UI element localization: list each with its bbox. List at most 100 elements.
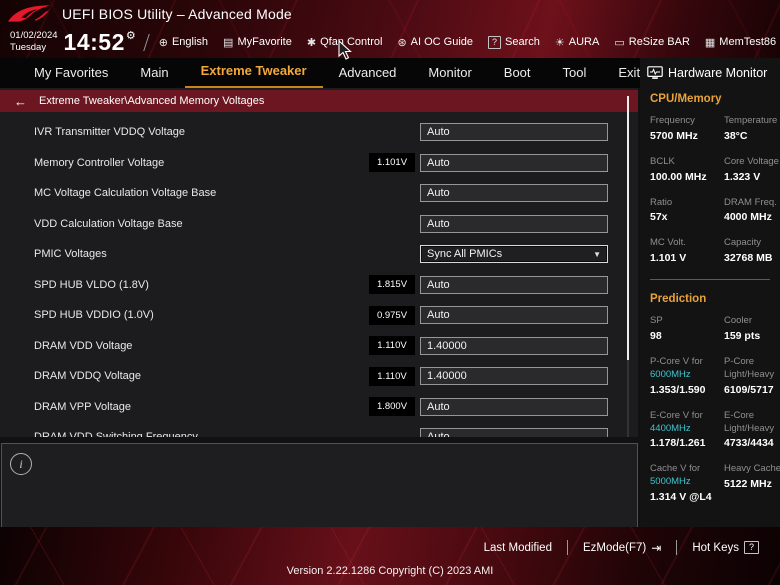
footer: Last Modified EzMode(F7) ⇥ Hot Keys ? Ve… — [0, 527, 780, 585]
monitor-stat-value: 1.178/1.261 — [650, 437, 706, 450]
monitor-section-title: CPU/Memory — [650, 93, 722, 105]
setting-input[interactable]: Auto ▼ — [420, 214, 608, 233]
footer-controls: Last Modified EzMode(F7) ⇥ Hot Keys ? — [469, 540, 774, 555]
setting-label: DRAM VDD Switching Frequency — [34, 431, 369, 437]
setting-current-value-badge: 1.101V — [369, 153, 415, 173]
setting-input[interactable]: Auto ▼ — [420, 153, 608, 172]
monitor-stat-value: 57x — [650, 211, 668, 224]
monitor-stat-label: Capacity — [724, 237, 761, 249]
tab-advanced[interactable]: Advanced — [323, 60, 413, 88]
monitor-stat-sublabel: 5000MHz — [650, 476, 691, 488]
monitor-stat: E-Core Light/Heavy 4733/4434 — [724, 410, 780, 450]
setting-input-value: Auto — [427, 156, 450, 169]
version-text: Version 2.22.1286 Copyright (C) 2023 AMI — [286, 565, 494, 577]
ezmode-label: EzMode(F7) — [582, 541, 647, 554]
monitor-stat-label: Core Voltage — [724, 155, 779, 167]
date-block[interactable]: 01/02/2024 Tuesday — [10, 30, 58, 55]
toolbar-item-label: MemTest86 — [719, 36, 777, 48]
resize-bar-icon: ▭ — [614, 36, 625, 49]
setting-input[interactable]: Auto ▼ — [420, 397, 608, 416]
monitor-stat-sublabel: 4400MHz — [650, 422, 691, 434]
monitor-stat: Heavy Cache 5122 MHz — [724, 463, 780, 503]
toolbar-item[interactable]: ⊕ English — [159, 36, 208, 49]
setting-select[interactable]: Sync All PMICs ▼ — [420, 245, 608, 264]
monitor-stat: Cooler 159 pts — [724, 315, 780, 342]
toolbar-item-label: MyFavorite — [237, 36, 292, 48]
time-block[interactable]: 14:52 ⚙ — [63, 28, 136, 55]
tab-boot[interactable]: Boot — [488, 60, 547, 88]
tab-main[interactable]: Main — [124, 60, 184, 88]
tab-extreme-tweaker[interactable]: Extreme Tweaker — [184, 58, 323, 88]
monitor-stat-value: 38°C — [724, 129, 748, 142]
toolbar-item[interactable]: ? Search — [488, 35, 540, 49]
tab-my-favorites[interactable]: My Favorites — [18, 60, 124, 88]
setting-input-value: Auto — [427, 309, 450, 322]
toolbar-item-label: Search — [505, 36, 540, 48]
monitor-stat-value: 159 pts — [724, 330, 761, 343]
back-arrow-icon[interactable]: ← — [14, 95, 27, 108]
toolbar-item-label: AURA — [568, 36, 600, 48]
toolbar-item[interactable]: ▦ MemTest86 — [705, 36, 776, 49]
setting-label: DRAM VDD Voltage — [34, 339, 133, 352]
monitor-stat: P-Core V for 6000MHz 1.353/1.590 — [650, 356, 722, 396]
setting-input[interactable]: 1.40000 ▼ — [420, 336, 608, 355]
breadcrumb-text: Extreme Tweaker\Advanced Memory Voltages — [39, 95, 265, 107]
monitor-stat: Temperature 38°C — [724, 115, 780, 142]
toolbar-item[interactable]: ☀ AURA — [555, 36, 599, 49]
setting-input[interactable]: Auto ▼ — [420, 306, 608, 325]
toolbar-item[interactable]: ▭ ReSize BAR — [614, 36, 690, 49]
monitor-stat-value: 4733/4434 — [724, 437, 774, 450]
date-text: 01/02/2024 — [10, 29, 58, 41]
monitor-stat-label: Cache V for — [650, 463, 701, 475]
setting-label: IVR Transmitter VDDQ Voltage — [34, 126, 185, 139]
setting-label: Memory Controller Voltage — [34, 156, 165, 169]
setting-row: VDD Calculation Voltage Base Auto ▼ — [0, 209, 638, 240]
title-row: UEFI BIOS Utility – Advanced Mode — [6, 1, 292, 27]
setting-row: DRAM VPP Voltage 1.800V Auto ▼ — [0, 392, 638, 423]
setting-current-value-badge: 1.110V — [369, 366, 415, 386]
hot-keys-button[interactable]: Hot Keys ? — [677, 541, 774, 554]
monitor-stat-label: Frequency — [650, 115, 695, 126]
monitor-stat-label: Ratio — [650, 196, 673, 208]
setting-label: MC Voltage Calculation Voltage Base — [34, 187, 217, 200]
monitor-stat-value: 1.353/1.590 — [650, 383, 706, 396]
tab-monitor[interactable]: Monitor — [412, 60, 487, 88]
setting-current-value-badge: 1.815V — [369, 275, 415, 295]
last-modified-label: Last Modified — [483, 541, 552, 554]
setting-input[interactable]: Auto ▼ — [420, 184, 608, 203]
monitor-stat: E-Core V for 4400MHz 1.178/1.261 — [650, 410, 722, 450]
search-icon: ? — [488, 35, 502, 49]
question-icon: ? — [743, 541, 759, 554]
monitor-stat: P-Core Light/Heavy 6109/5717 — [724, 356, 780, 396]
toolbar: ⊕ English ▤ MyFavorite ✱ Qfan Control ⊛ … — [159, 35, 776, 49]
monitor-stat-value: 4000 MHz — [724, 211, 772, 224]
last-modified-button[interactable]: Last Modified — [469, 542, 567, 554]
setting-input[interactable]: 1.40000 ▼ — [420, 367, 608, 386]
monitor-stat-value: 100.00 MHz — [650, 170, 707, 183]
rog-logo-icon — [7, 5, 51, 22]
setting-input[interactable]: Auto ▼ — [420, 428, 608, 437]
toolbar-item-label: English — [171, 36, 209, 48]
setting-row: Memory Controller Voltage 1.101V Auto ▼ — [0, 148, 638, 179]
setting-label: PMIC Voltages — [34, 248, 107, 261]
hardware-monitor-sidebar: Hardware Monitor CPU/Memory Frequency 57… — [640, 58, 780, 527]
scrollbar-thumb[interactable] — [627, 96, 629, 360]
setting-input[interactable]: Auto ▼ — [420, 275, 608, 294]
gear-icon[interactable]: ⚙ — [126, 30, 136, 42]
monitor-stat-label: SP — [650, 315, 663, 327]
toolbar-item[interactable]: ⊛ AI OC Guide — [397, 36, 473, 49]
settings-list: IVR Transmitter VDDQ Voltage Auto ▼ Memo… — [0, 112, 638, 437]
tab-tool[interactable]: Tool — [547, 60, 603, 88]
ezmode-button[interactable]: EzMode(F7) ⇥ — [568, 542, 676, 554]
setting-input[interactable]: Auto ▼ — [420, 123, 608, 142]
time-text: 14:52 — [63, 28, 125, 55]
setting-row: SPD HUB VDDIO (1.0V) 0.975V Auto ▼ — [0, 300, 638, 331]
monitor-stat: DRAM Freq. 4000 MHz — [724, 197, 780, 224]
monitor-stat: MC Volt. 1.101 V — [650, 237, 722, 264]
monitor-stat-label: Cooler — [724, 315, 752, 327]
setting-current-value-badge: 1.800V — [369, 397, 415, 417]
app-title: UEFI BIOS Utility – Advanced Mode — [62, 6, 292, 22]
monitor-stat-value: 1.314 V @L4 — [650, 490, 712, 503]
toolbar-item[interactable]: ▤ MyFavorite — [223, 36, 292, 49]
monitor-stat-value: 1.101 V — [650, 252, 687, 265]
